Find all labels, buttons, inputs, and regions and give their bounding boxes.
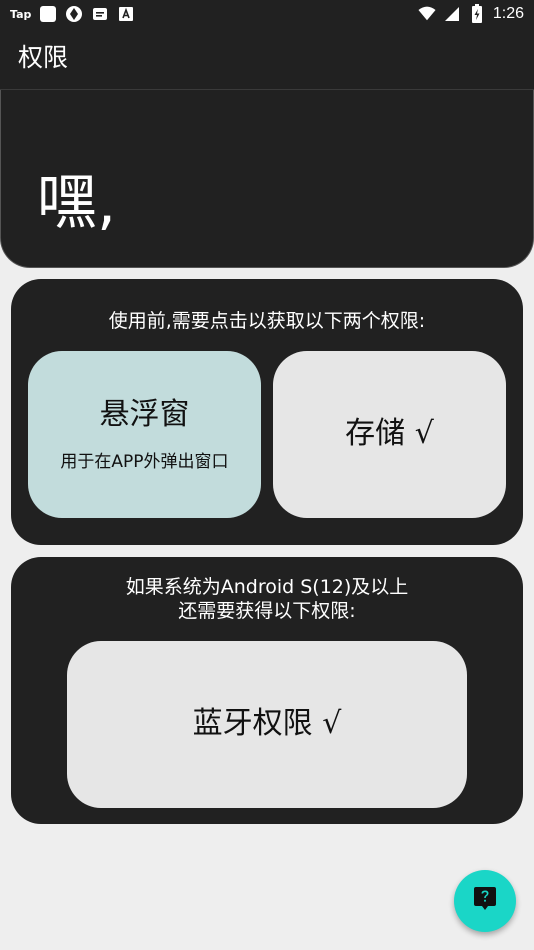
overlay-permission-subtitle: 用于在APP外弹出窗口 [60,452,229,472]
status-bar: Tap 1:26 [0,0,534,28]
storage-permission-title: 存储 √ [345,416,434,451]
clock: 1:26 [492,5,524,22]
help-icon [473,886,497,916]
signal-icon [443,5,461,23]
android12-permissions-caption: 如果系统为Android S(12)及以上 还需要获得以下权限: [11,575,523,623]
aperture-notification-icon [65,5,83,23]
overlay-permission-button[interactable]: 悬浮窗 用于在APP外弹出窗口 [28,351,261,518]
tap-badge: Tap [10,7,32,21]
bluetooth-permission-title: 蓝牙权限 √ [192,706,342,741]
wifi-icon [418,5,436,23]
bluetooth-permission-button[interactable]: 蓝牙权限 √ [67,641,467,808]
overlay-permission-title: 悬浮窗 [99,397,190,432]
help-fab[interactable] [454,870,516,932]
status-notifications: Tap [10,4,135,24]
top-bar: Tap 1:26 权限 [0,0,534,89]
greeting-header: 嘿, [0,90,534,268]
android12-caption-line1: 如果系统为Android S(12)及以上 [125,576,409,598]
status-system: 1:26 [418,4,524,24]
screen: Tap 1:26 权限 嘿, 使用前,需要点击以获取以下两个权限: 悬浮窗 用于… [0,0,534,950]
message-notification-icon [91,5,109,23]
android12-caption-line2: 还需要获得以下权限: [178,600,356,622]
app-bar-title: 权限 [18,43,69,72]
square-notification-icon [39,5,57,23]
android12-permissions-panel: 如果系统为Android S(12)及以上 还需要获得以下权限: 蓝牙权限 √ [11,557,523,824]
greeting-text: 嘿, [37,168,117,238]
storage-permission-button[interactable]: 存储 √ [273,351,506,518]
battery-charging-icon [468,4,486,23]
font-notification-icon [117,5,135,23]
basic-permissions-caption: 使用前,需要点击以获取以下两个权限: [108,310,426,332]
basic-permissions-panel: 使用前,需要点击以获取以下两个权限: 悬浮窗 用于在APP外弹出窗口 存储 √ [11,279,523,545]
